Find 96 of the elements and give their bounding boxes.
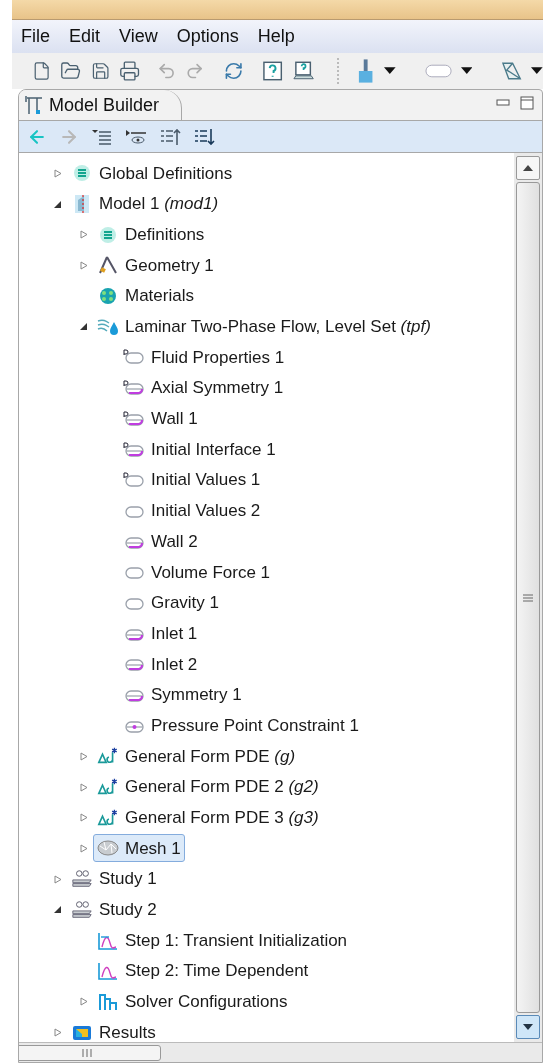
node-icon [123,564,145,581]
tree-item[interactable]: Fluid Properties 1 [119,343,289,372]
menu-item[interactable]: Help [257,23,295,50]
move-up-icon[interactable] [159,127,181,146]
collapsed-arrow-icon[interactable] [80,843,88,853]
collapsed-arrow-icon[interactable] [80,813,88,823]
minimize-icon[interactable] [496,99,510,107]
tree-item[interactable]: Step 2: Time Dependent [93,957,313,986]
results-icon [72,1023,92,1042]
menu-item[interactable]: File [21,23,50,50]
expanded-arrow-icon[interactable] [54,199,62,209]
tree-item[interactable]: Wall 1 [119,404,202,433]
scroll-down-icon[interactable] [523,1024,533,1030]
collapsed-arrow-icon[interactable] [54,168,62,178]
grip-icon[interactable] [523,593,533,602]
tree-item[interactable]: General Form PDE 2 (g2) [93,773,323,802]
default-node-icon [123,380,145,397]
tree-item[interactable]: Pressure Point Constraint 1 [119,711,363,740]
tree-item[interactable]: Gravity 1 [119,588,224,617]
collapsed-arrow-icon[interactable] [80,260,88,270]
menu-item[interactable]: Options [176,23,239,50]
default-node-icon [123,441,145,458]
collapsed-arrow-icon[interactable] [80,782,88,792]
tree-item[interactable]: Study 2 [67,895,161,924]
model-builder-icon [25,95,43,115]
tree-item[interactable]: Inlet 2 [119,650,202,679]
node-icon [123,687,145,704]
open-folder-icon[interactable] [60,60,82,82]
print-icon[interactable] [118,60,141,82]
help-icon[interactable] [262,60,284,82]
collapsed-arrow-icon[interactable] [80,751,88,761]
tree-item[interactable]: Initial Values 2 [119,496,265,525]
expand-list-icon[interactable] [91,128,113,145]
tree-item[interactable]: Axial Symmetry 1 [119,374,288,403]
step-icon [97,961,119,982]
horizontal-scrollbar[interactable] [19,1042,542,1062]
default-node-icon [123,410,145,427]
show-icon[interactable] [125,128,147,145]
model-icon [73,194,91,215]
tree-item[interactable]: Study 1 [67,865,161,894]
tree-item[interactable]: Inlet 1 [119,619,202,648]
step-icon [97,930,119,951]
redo-icon[interactable] [185,61,205,81]
materials-icon [98,287,118,306]
dropdown-caret-icon[interactable] [460,67,473,75]
panel-title: Model Builder [49,93,160,117]
collapsed-arrow-icon[interactable] [80,230,88,240]
tree-item[interactable]: Materials [93,282,198,311]
tree-item[interactable]: Geometry 1 [93,251,218,280]
default-node-icon [123,472,145,489]
refresh-icon[interactable] [223,61,244,81]
study-icon [71,898,93,921]
solver-icon [97,991,119,1012]
tree-item[interactable]: Solver Configurations [93,987,292,1016]
node-icon [123,656,145,673]
flow-icon [97,317,119,336]
collapsed-arrow-icon[interactable] [80,997,88,1007]
dropdown-caret-icon[interactable] [531,67,543,75]
tree-item[interactable]: General Form PDE 3 (g3) [93,803,323,832]
tree-item[interactable]: Step 1: Transient Initialization [93,926,352,955]
tree-item[interactable]: Global Definitions [67,159,237,188]
expanded-arrow-icon[interactable] [80,322,88,332]
default-node-icon [123,349,145,366]
vertical-scrollbar[interactable] [514,153,542,1042]
undo-icon[interactable] [157,61,177,81]
tree-item[interactable]: Mesh 1 [93,834,185,863]
mesh-icon [97,839,119,858]
expanded-arrow-icon[interactable] [54,905,62,915]
grip-icon[interactable] [82,1048,92,1057]
tree-item[interactable]: Wall 2 [119,527,202,556]
menu-item[interactable]: Edit [69,23,101,50]
list-icon [73,164,91,183]
tree-item[interactable]: General Form PDE (g) [93,742,300,771]
pde-icon [97,807,119,828]
tree-item[interactable]: Volume Force 1 [119,558,275,587]
tree-item[interactable]: Laminar Two-Phase Flow, Level Set (tpf) [93,312,435,341]
tree-item[interactable]: Results [67,1018,160,1042]
compass-icon [97,255,119,276]
laptop-help-icon[interactable] [292,60,316,82]
save-icon[interactable] [90,61,110,81]
collapsed-arrow-icon[interactable] [54,1028,62,1038]
list-icon [99,225,117,244]
collapsed-arrow-icon[interactable] [54,874,62,884]
dropdown-caret-icon[interactable] [383,67,396,75]
panel-tab[interactable]: Model Builder [19,90,183,120]
tree-item[interactable]: Symmetry 1 [119,681,246,710]
new-file-icon[interactable] [32,61,52,81]
maximize-icon[interactable] [520,96,534,110]
mesh-tool-icon[interactable] [501,60,523,82]
tree-item[interactable]: Initial Interface 1 [119,435,280,464]
move-down-icon[interactable] [193,127,215,146]
scroll-up-icon[interactable] [523,165,533,171]
tree-item[interactable]: Initial Values 1 [119,466,265,495]
tree-item[interactable]: Model 1 (mod1) [67,190,223,219]
tree-item[interactable]: Definitions [93,220,209,249]
menu-item[interactable]: View [119,23,158,50]
